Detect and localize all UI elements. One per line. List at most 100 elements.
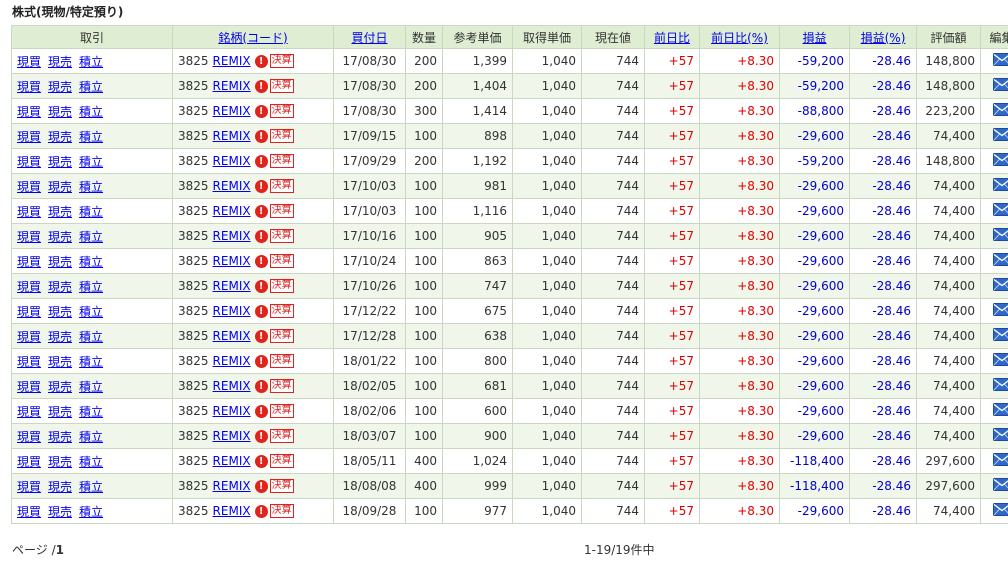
genbai-sell-link[interactable]: 現売 [48, 180, 72, 194]
genbai-sell-link[interactable]: 現売 [48, 355, 72, 369]
exclamation-icon[interactable]: ! [254, 504, 268, 518]
genbai-sell-link[interactable]: 現売 [48, 380, 72, 394]
sort-meigara-link[interactable]: 銘柄(コード) [218, 31, 287, 45]
genkai-buy-link[interactable]: 現買 [17, 55, 41, 69]
tsumitate-link[interactable]: 積立 [79, 330, 103, 344]
genbai-sell-link[interactable]: 現売 [48, 280, 72, 294]
envelope-icon[interactable] [992, 278, 1008, 294]
header-zenjitsuhi[interactable]: 前日比 [644, 25, 700, 49]
exclamation-icon[interactable]: ! [254, 479, 268, 493]
sort-kaitsukebi-link[interactable]: 買付日 [351, 31, 387, 45]
stock-name-link[interactable]: REMIX [213, 79, 251, 93]
genkai-buy-link[interactable]: 現買 [17, 105, 41, 119]
header-zenjitsuhi-pct[interactable]: 前日比(%) [699, 25, 780, 49]
genbai-sell-link[interactable]: 現売 [48, 330, 72, 344]
envelope-icon[interactable] [992, 153, 1008, 169]
tsumitate-link[interactable]: 積立 [79, 280, 103, 294]
stock-name-link[interactable]: REMIX [213, 329, 251, 343]
genbai-sell-link[interactable]: 現売 [48, 105, 72, 119]
envelope-icon[interactable] [992, 328, 1008, 344]
kessan-badge[interactable]: 決算 [269, 329, 294, 344]
exclamation-icon[interactable]: ! [254, 154, 268, 168]
envelope-icon[interactable] [992, 428, 1008, 444]
tsumitate-link[interactable]: 積立 [79, 405, 103, 419]
stock-name-link[interactable]: REMIX [213, 354, 251, 368]
genbai-sell-link[interactable]: 現売 [48, 255, 72, 269]
stock-name-link[interactable]: REMIX [213, 54, 251, 68]
genbai-sell-link[interactable]: 現売 [48, 405, 72, 419]
tsumitate-link[interactable]: 積立 [79, 155, 103, 169]
envelope-icon[interactable] [992, 228, 1008, 244]
genkai-buy-link[interactable]: 現買 [17, 205, 41, 219]
kessan-badge[interactable]: 決算 [269, 504, 294, 519]
genbai-sell-link[interactable]: 現売 [48, 430, 72, 444]
genkai-buy-link[interactable]: 現買 [17, 330, 41, 344]
envelope-icon[interactable] [992, 403, 1008, 419]
kessan-badge[interactable]: 決算 [269, 204, 294, 219]
kessan-badge[interactable]: 決算 [269, 479, 294, 494]
genkai-buy-link[interactable]: 現買 [17, 405, 41, 419]
genkai-buy-link[interactable]: 現買 [17, 455, 41, 469]
envelope-icon[interactable] [992, 103, 1008, 119]
envelope-icon[interactable] [992, 53, 1008, 69]
genbai-sell-link[interactable]: 現売 [48, 130, 72, 144]
envelope-icon[interactable] [992, 203, 1008, 219]
envelope-icon[interactable] [992, 303, 1008, 319]
stock-name-link[interactable]: REMIX [213, 279, 251, 293]
genbai-sell-link[interactable]: 現売 [48, 155, 72, 169]
exclamation-icon[interactable]: ! [254, 54, 268, 68]
stock-name-link[interactable]: REMIX [213, 229, 251, 243]
genkai-buy-link[interactable]: 現買 [17, 355, 41, 369]
genkai-buy-link[interactable]: 現買 [17, 380, 41, 394]
envelope-icon[interactable] [992, 378, 1008, 394]
genkai-buy-link[interactable]: 現買 [17, 305, 41, 319]
kessan-badge[interactable]: 決算 [269, 454, 294, 469]
stock-name-link[interactable]: REMIX [213, 304, 251, 318]
kessan-badge[interactable]: 決算 [269, 179, 294, 194]
exclamation-icon[interactable]: ! [254, 79, 268, 93]
exclamation-icon[interactable]: ! [254, 104, 268, 118]
tsumitate-link[interactable]: 積立 [79, 130, 103, 144]
genkai-buy-link[interactable]: 現買 [17, 230, 41, 244]
exclamation-icon[interactable]: ! [254, 454, 268, 468]
stock-name-link[interactable]: REMIX [213, 129, 251, 143]
envelope-icon[interactable] [992, 128, 1008, 144]
stock-name-link[interactable]: REMIX [213, 204, 251, 218]
kessan-badge[interactable]: 決算 [269, 379, 294, 394]
tsumitate-link[interactable]: 積立 [79, 380, 103, 394]
genbai-sell-link[interactable]: 現売 [48, 80, 72, 94]
genbai-sell-link[interactable]: 現売 [48, 480, 72, 494]
tsumitate-link[interactable]: 積立 [79, 505, 103, 519]
exclamation-icon[interactable]: ! [254, 204, 268, 218]
tsumitate-link[interactable]: 積立 [79, 55, 103, 69]
stock-name-link[interactable]: REMIX [213, 479, 251, 493]
genkai-buy-link[interactable]: 現買 [17, 480, 41, 494]
stock-name-link[interactable]: REMIX [213, 379, 251, 393]
tsumitate-link[interactable]: 積立 [79, 355, 103, 369]
tsumitate-link[interactable]: 積立 [79, 105, 103, 119]
sort-soneki-link[interactable]: 損益 [802, 31, 826, 45]
envelope-icon[interactable] [992, 353, 1008, 369]
exclamation-icon[interactable]: ! [254, 354, 268, 368]
stock-name-link[interactable]: REMIX [213, 429, 251, 443]
tsumitate-link[interactable]: 積立 [79, 230, 103, 244]
exclamation-icon[interactable]: ! [254, 179, 268, 193]
genkai-buy-link[interactable]: 現買 [17, 130, 41, 144]
tsumitate-link[interactable]: 積立 [79, 205, 103, 219]
envelope-icon[interactable] [992, 78, 1008, 94]
kessan-badge[interactable]: 決算 [269, 354, 294, 369]
envelope-icon[interactable] [992, 453, 1008, 469]
genbai-sell-link[interactable]: 現売 [48, 505, 72, 519]
kessan-badge[interactable]: 決算 [269, 129, 294, 144]
genbai-sell-link[interactable]: 現売 [48, 230, 72, 244]
tsumitate-link[interactable]: 積立 [79, 80, 103, 94]
genkai-buy-link[interactable]: 現買 [17, 430, 41, 444]
envelope-icon[interactable] [992, 178, 1008, 194]
kessan-badge[interactable]: 決算 [269, 429, 294, 444]
header-soneki-pct[interactable]: 損益(%) [849, 25, 917, 49]
genkai-buy-link[interactable]: 現買 [17, 180, 41, 194]
genkai-buy-link[interactable]: 現買 [17, 280, 41, 294]
header-meigara[interactable]: 銘柄(コード) [172, 25, 334, 49]
sort-zenjitsuhi-pct-link[interactable]: 前日比(%) [711, 31, 768, 45]
stock-name-link[interactable]: REMIX [213, 254, 251, 268]
